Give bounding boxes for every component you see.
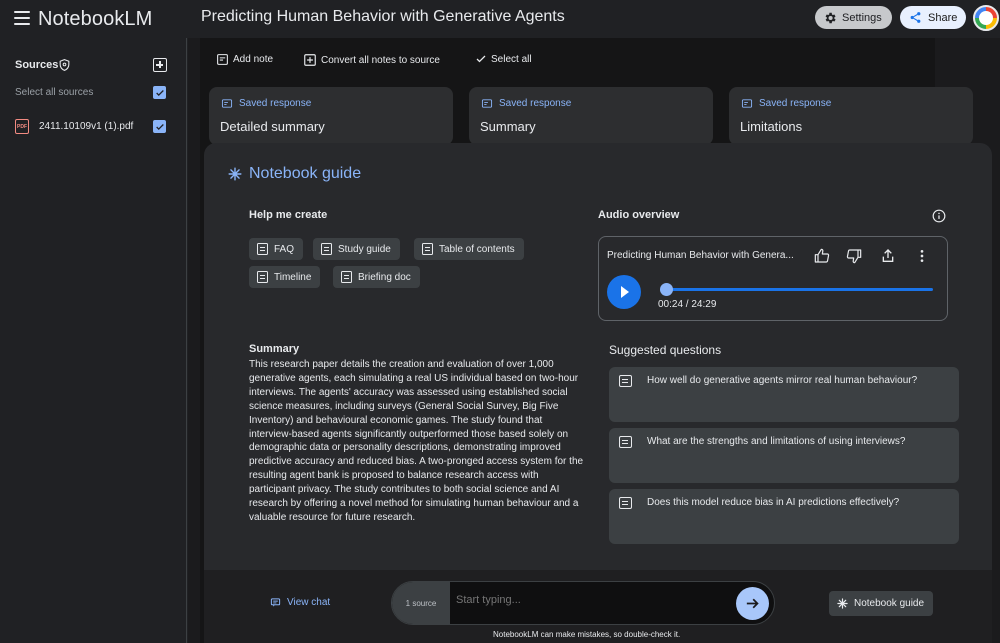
add-note-button[interactable]: Add note: [216, 53, 273, 66]
gear-icon: [825, 12, 836, 23]
audio-overview-heading: Audio overview: [598, 209, 680, 221]
suggested-questions-heading: Suggested questions: [609, 343, 722, 357]
help-me-create-heading: Help me create: [249, 209, 328, 221]
note-label-text: Saved response: [239, 98, 312, 109]
chip-label: Timeline: [274, 271, 312, 283]
audio-title: Predicting Human Behavior with Genera...: [607, 250, 794, 261]
note-label-text: Saved response: [759, 98, 832, 109]
more-vert-icon[interactable]: [914, 248, 930, 264]
upload-share-icon[interactable]: [880, 248, 896, 264]
pdf-icon: PDF: [15, 119, 29, 134]
faq-chip[interactable]: FAQ: [249, 238, 304, 260]
suggested-question-text: What are the strengths and limitations o…: [647, 436, 906, 447]
select-all-sources-label: Select all sources: [15, 87, 94, 98]
convert-icon: [304, 54, 316, 66]
saved-response-icon: [481, 99, 493, 108]
notebook-guide-title-text: Notebook guide: [249, 165, 362, 182]
sources-heading: Sources: [15, 59, 59, 71]
disclaimer-text: NotebookLM can make mistakes, so double-…: [493, 630, 681, 639]
notebook-guide-button[interactable]: Notebook guide: [829, 591, 933, 616]
summary-text: This research paper details the creation…: [249, 359, 584, 523]
convert-notes-button[interactable]: Convert all notes to source: [303, 53, 440, 67]
note-label: Saved response: [481, 98, 571, 109]
check-icon: [476, 55, 486, 63]
select-all-notes-button[interactable]: Select all: [475, 53, 532, 65]
check-icon: [155, 89, 164, 96]
thumbs-down-icon[interactable]: [846, 248, 862, 264]
settings-button[interactable]: Settings: [815, 6, 892, 29]
source-item-checkbox[interactable]: [153, 120, 166, 133]
add-note-label: Add note: [233, 54, 274, 65]
share-label: Share: [928, 11, 958, 24]
briefing-doc-chip[interactable]: Briefing doc: [333, 266, 420, 288]
add-source-icon[interactable]: [153, 58, 167, 72]
document-icon: [422, 243, 433, 255]
audio-progress-bar[interactable]: [660, 288, 933, 291]
suggested-question-text: Does this model reduce bias in AI predic…: [647, 497, 900, 508]
summary-heading: Summary: [249, 343, 300, 355]
table-of-contents-chip[interactable]: Table of contents: [414, 238, 524, 260]
chat-input[interactable]: [456, 594, 726, 606]
view-chat-button[interactable]: View chat: [270, 597, 330, 608]
document-icon: [257, 271, 268, 283]
source-count-pill[interactable]: 1 source: [392, 582, 450, 624]
arrow-right-icon: [746, 598, 759, 609]
note-label: Saved response: [221, 98, 311, 109]
sparkle-icon: [837, 598, 848, 609]
chip-label: FAQ: [274, 243, 295, 255]
source-item-name[interactable]: 2411.10109v1 (1).pdf: [39, 121, 133, 132]
note-title: Detailed summary: [220, 119, 325, 134]
info-icon[interactable]: [932, 209, 946, 223]
avatar[interactable]: [973, 5, 999, 31]
app-logo: NotebookLM: [38, 8, 153, 30]
document-icon: [257, 243, 268, 255]
note-label: Saved response: [741, 98, 831, 109]
note-add-icon: [217, 54, 228, 65]
document-icon: [341, 271, 352, 283]
shield-icon[interactable]: [58, 58, 71, 72]
note-card[interactable]: [729, 87, 973, 145]
chip-label: Study guide: [338, 243, 391, 255]
send-button[interactable]: [736, 587, 769, 620]
share-button[interactable]: Share: [900, 6, 966, 29]
play-button[interactable]: [607, 275, 641, 309]
question-prompt-icon: [619, 436, 632, 448]
notebook-title[interactable]: Predicting Human Behavior with Generativ…: [201, 8, 565, 26]
saved-response-icon: [221, 99, 233, 108]
question-prompt-icon: [619, 497, 632, 509]
chip-label: Table of contents: [439, 243, 515, 255]
chat-icon: [270, 598, 281, 607]
study-guide-chip[interactable]: Study guide: [313, 238, 400, 260]
notebook-guide-title: Notebook guide: [228, 165, 361, 183]
note-card[interactable]: [469, 87, 713, 145]
convert-notes-label: Convert all notes to source: [321, 54, 440, 66]
notebook-guide-button-label: Notebook guide: [854, 598, 925, 609]
question-prompt-icon: [619, 375, 632, 387]
select-all-notes-label: Select all: [491, 53, 532, 65]
suggested-question-text: How well do generative agents mirror rea…: [647, 375, 918, 386]
note-title: Limitations: [740, 119, 803, 134]
note-title: Summary: [480, 119, 536, 134]
note-label-text: Saved response: [499, 98, 572, 109]
chip-label: Briefing doc: [358, 271, 411, 283]
settings-label: Settings: [842, 11, 882, 24]
timeline-chip[interactable]: Timeline: [249, 266, 321, 288]
view-chat-label: View chat: [287, 597, 331, 608]
check-icon: [155, 123, 164, 130]
document-icon: [321, 243, 332, 255]
menu-icon[interactable]: [14, 11, 30, 25]
thumbs-up-icon[interactable]: [814, 248, 830, 264]
share-icon: [910, 12, 921, 23]
note-card[interactable]: [209, 87, 453, 145]
select-all-sources-checkbox[interactable]: [153, 86, 166, 99]
sparkle-icon: [228, 167, 242, 181]
audio-time: 00:24 / 24:29: [658, 299, 717, 310]
saved-response-icon: [741, 99, 753, 108]
